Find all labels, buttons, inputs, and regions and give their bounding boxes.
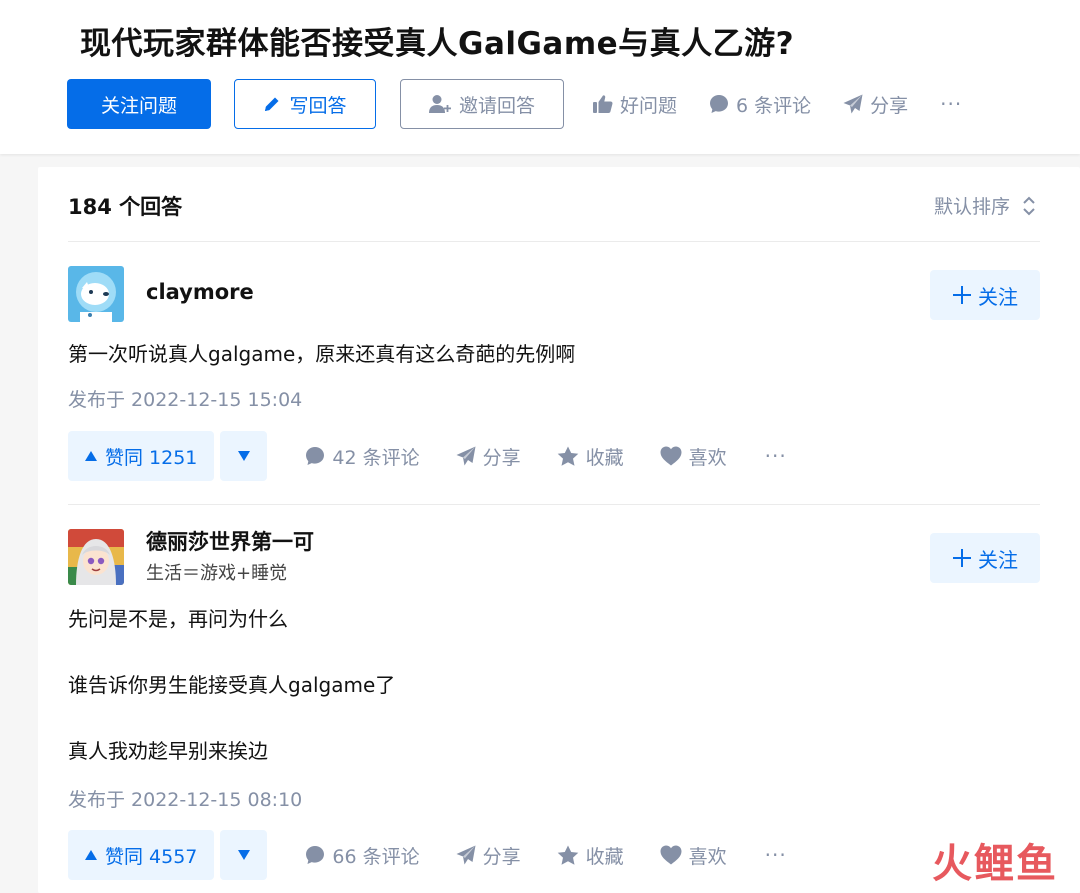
watermark-part: 鲤 [974,841,1016,887]
paper-plane-icon [843,94,863,114]
plus-icon [952,548,972,568]
more-button[interactable]: ··· [765,444,787,468]
answer-content: 第一次听说真人galgame，原来还真有这么奇葩的先例啊 [68,338,575,371]
invite-answer-label: 邀请回答 [458,94,535,117]
comments-button[interactable]: 42 条评论 [305,443,420,470]
share-label: 分享 [482,845,521,868]
follow-label: 关注 [978,284,1018,309]
write-answer-label: 写回答 [289,94,347,117]
collect-label: 收藏 [585,446,624,469]
answer-toolbar: 赞同 1251 42 条评论 分享 收藏 喜欢 ··· [68,431,787,481]
avatar[interactable] [68,529,124,585]
heart-icon [660,845,682,865]
question-share-label: 分享 [870,94,909,117]
follow-author-button[interactable]: 关注 [930,270,1040,320]
pencil-icon [263,95,281,113]
publish-time: 发布于 2022-12-15 15:04 [68,389,303,411]
more-icon: ··· [764,843,787,867]
question-comments-label: 6 条评论 [736,94,812,117]
more-icon: ··· [764,444,787,468]
avatar[interactable] [68,266,124,322]
watermark-logo: 火 鲤 鱼 [932,831,1058,889]
answer-paragraph: 真人我劝趁早别来挨边 [68,739,268,763]
comment-icon [305,845,325,865]
answer-content: 先问是不是，再问为什么 谁告诉你男生能接受真人galgame了 真人我劝趁早别来… [68,603,395,768]
watermark-part: 鱼 [1016,841,1058,887]
question-comments-button[interactable]: 6 条评论 [709,91,811,118]
question-more-button[interactable]: ··· [940,92,962,116]
share-button[interactable]: 分享 [456,842,521,869]
thumbs-up-icon [593,94,613,114]
collect-button[interactable]: 收藏 [557,842,624,869]
answers-card: 184 个回答 默认排序 claymore 关注 第一次听说真人galgame，… [38,167,1080,893]
comments-label: 42 条评论 [332,446,420,469]
star-icon [557,845,579,866]
follow-label: 关注 [978,547,1018,572]
plus-icon [952,285,972,305]
comments-button[interactable]: 66 条评论 [305,842,420,869]
question-actions: 关注问题 写回答 邀请回答 好问题 6 条评论 分享 ··· [67,79,962,129]
author-name[interactable]: 德丽莎世界第一可 [146,526,314,556]
sort-label: 默认排序 [933,196,1010,218]
invite-answer-button[interactable]: 邀请回答 [400,79,564,129]
like-button[interactable]: 喜欢 [660,443,727,470]
star-icon [557,446,579,467]
answer-paragraph: 谁告诉你男生能接受真人galgame了 [68,673,396,697]
answer-paragraph: 先问是不是，再问为什么 [68,607,288,631]
upvote-button[interactable]: 赞同 4557 [68,830,215,880]
triangle-up-icon [85,451,97,461]
watermark-part: 火 [932,841,974,887]
upvote-label: 赞同 1251 [105,446,198,469]
question-header: 现代玩家群体能否接受真人GalGame与真人乙游? 关注问题 写回答 邀请回答 … [0,0,1080,154]
paper-plane-icon [456,845,476,865]
publish-time: 发布于 2022-12-15 08:10 [68,789,303,811]
collect-button[interactable]: 收藏 [557,443,624,470]
sort-chevron-icon [1022,195,1036,217]
question-title: 现代玩家群体能否接受真人GalGame与真人乙游? [80,26,795,62]
sort-selector[interactable]: 默认排序 [934,192,1036,219]
good-question-label: 好问题 [620,94,678,117]
upvote-label: 赞同 4557 [105,845,198,868]
upvote-button[interactable]: 赞同 1251 [68,431,215,481]
like-label: 喜欢 [688,446,727,469]
follow-author-button[interactable]: 关注 [930,533,1040,583]
like-label: 喜欢 [688,845,727,868]
more-icon: ··· [940,92,963,116]
answers-count: 184 个回答 [68,195,183,219]
divider [68,241,1040,242]
answer-item: 德丽莎世界第一可 生活＝游戏+睡觉 关注 先问是不是，再问为什么 谁告诉你男生能… [68,529,1040,893]
heart-icon [660,446,682,466]
triangle-up-icon [85,850,97,860]
answer-item: claymore 关注 第一次听说真人galgame，原来还真有这么奇葩的先例啊… [68,266,1040,506]
more-button[interactable]: ··· [765,843,787,867]
follow-question-button[interactable]: 关注问题 [67,79,211,129]
paper-plane-icon [456,446,476,466]
downvote-button[interactable] [220,830,268,880]
add-user-icon [428,94,451,114]
author-name[interactable]: claymore [146,280,254,304]
author-bio: 生活＝游戏+睡觉 [146,563,288,584]
downvote-button[interactable] [220,431,268,481]
good-question-button[interactable]: 好问题 [593,91,677,118]
like-button[interactable]: 喜欢 [660,842,727,869]
collect-label: 收藏 [585,845,624,868]
comment-icon [305,446,325,466]
question-share-button[interactable]: 分享 [843,91,908,118]
answer-paragraph: 第一次听说真人galgame，原来还真有这么奇葩的先例啊 [68,342,576,366]
comments-label: 66 条评论 [332,845,420,868]
share-label: 分享 [482,446,521,469]
comment-icon [709,94,729,114]
divider [68,504,1040,505]
triangle-down-icon [237,451,250,461]
write-answer-button[interactable]: 写回答 [234,79,376,129]
triangle-down-icon [237,850,250,860]
share-button[interactable]: 分享 [456,443,521,470]
answer-toolbar: 赞同 4557 66 条评论 分享 收藏 喜欢 ··· [68,830,787,880]
